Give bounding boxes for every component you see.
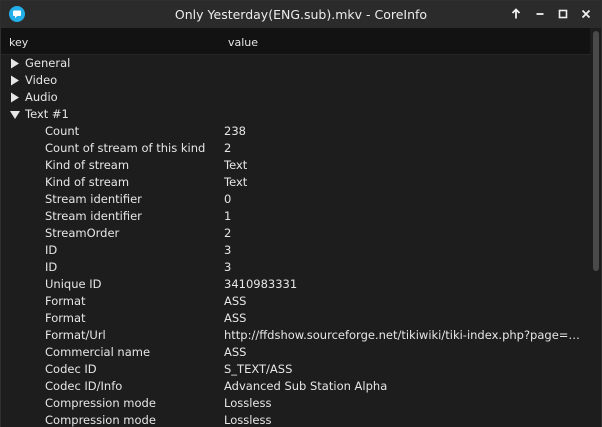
row-key: Commercial name (45, 345, 151, 359)
row-key: Compression mode (45, 396, 156, 410)
tree-row[interactable]: Count of stream of this kind 2 (1, 140, 590, 157)
tree-row[interactable]: Compression mode Lossless (1, 395, 590, 412)
tree-row[interactable]: ID 3 (1, 259, 590, 276)
maximize-button[interactable] (553, 5, 573, 23)
tree-row[interactable]: Unique ID 3410983331 (1, 276, 590, 293)
tree-group-label: General (25, 56, 71, 70)
row-value: 3410983331 (224, 277, 298, 291)
row-key: Codec ID/Info (45, 379, 123, 393)
row-value: ASS (224, 294, 247, 308)
row-value: 1 (224, 209, 232, 223)
row-key: Format (45, 294, 86, 308)
row-key: Count of stream of this kind (45, 141, 206, 155)
row-key: Compression mode (45, 413, 156, 427)
minimize-button[interactable] (530, 5, 550, 23)
row-key: Unique ID (45, 277, 102, 291)
column-header-key[interactable]: key (9, 36, 28, 49)
tree-row[interactable]: Count 238 (1, 123, 590, 140)
column-header-value[interactable]: value (228, 36, 258, 49)
row-value: 238 (224, 124, 246, 138)
tree-row[interactable]: Stream identifier 0 (1, 191, 590, 208)
row-key: Kind of stream (45, 158, 130, 172)
info-tree: General Video Audio Text #1 Count 238 Co… (1, 55, 590, 427)
tree-row[interactable]: Stream identifier 1 (1, 208, 590, 225)
row-value: http://ffdshow.sourceforge.net/tikiwiki/… (224, 328, 588, 342)
row-value: ASS (224, 311, 247, 325)
row-value: 3 (224, 260, 232, 274)
row-key: Format (45, 311, 86, 325)
collapsed-arrow-icon[interactable] (10, 75, 20, 86)
tree-row[interactable]: Compression mode Lossless (1, 412, 590, 427)
tree-row[interactable]: Kind of stream Text (1, 174, 590, 191)
row-key: ID (45, 243, 58, 257)
scrollbar-thumb[interactable] (593, 31, 599, 271)
row-value: 0 (224, 192, 232, 206)
row-key: Format/Url (45, 328, 106, 342)
tree-row[interactable]: Format/Url http://ffdshow.sourceforge.ne… (1, 327, 590, 344)
row-value: Advanced Sub Station Alpha (224, 379, 388, 393)
row-value: 3 (224, 243, 232, 257)
row-key: ID (45, 260, 58, 274)
tree-group-video[interactable]: Video (1, 72, 590, 89)
coreinfo-window: Only Yesterday(ENG.sub).mkv - CoreInfo k… (0, 0, 602, 427)
row-value: 2 (224, 141, 232, 155)
row-key: StreamOrder (45, 226, 120, 240)
tree-row[interactable]: ID 3 (1, 242, 590, 259)
title-bar[interactable]: Only Yesterday(ENG.sub).mkv - CoreInfo (1, 1, 601, 28)
tree-group-label: Audio (25, 90, 58, 104)
row-value: ASS (224, 345, 247, 359)
row-value: Text (224, 158, 248, 172)
tree-group-text-1[interactable]: Text #1 (1, 106, 590, 123)
row-value: S_TEXT/ASS (224, 362, 293, 376)
row-key: Count (45, 124, 80, 138)
tree-group-audio[interactable]: Audio (1, 89, 590, 106)
tree-group-general[interactable]: General (1, 55, 590, 72)
keep-above-button[interactable] (506, 5, 526, 23)
tree-row[interactable]: Format ASS (1, 310, 590, 327)
column-header: key value (1, 28, 601, 55)
row-key: Kind of stream (45, 175, 130, 189)
tree-row[interactable]: Kind of stream Text (1, 157, 590, 174)
row-value: Text (224, 175, 248, 189)
vertical-scrollbar[interactable] (590, 28, 601, 427)
row-value: 2 (224, 226, 232, 240)
collapsed-arrow-icon[interactable] (10, 58, 20, 69)
tree-row[interactable]: Commercial name ASS (1, 344, 590, 361)
row-key: Codec ID (45, 362, 97, 376)
expanded-arrow-icon[interactable] (10, 109, 20, 120)
tree-row[interactable]: Codec ID/Info Advanced Sub Station Alpha (1, 378, 590, 395)
tree-row[interactable]: StreamOrder 2 (1, 225, 590, 242)
tree-group-label: Text #1 (25, 107, 69, 121)
tree-row[interactable]: Codec ID S_TEXT/ASS (1, 361, 590, 378)
row-value: Lossless (224, 396, 272, 410)
tree-row[interactable]: Format ASS (1, 293, 590, 310)
row-key: Stream identifier (45, 209, 142, 223)
collapsed-arrow-icon[interactable] (10, 92, 20, 103)
row-value: Lossless (224, 413, 272, 427)
row-key: Stream identifier (45, 192, 142, 206)
tree-group-label: Video (25, 73, 58, 87)
close-button[interactable] (576, 5, 596, 23)
